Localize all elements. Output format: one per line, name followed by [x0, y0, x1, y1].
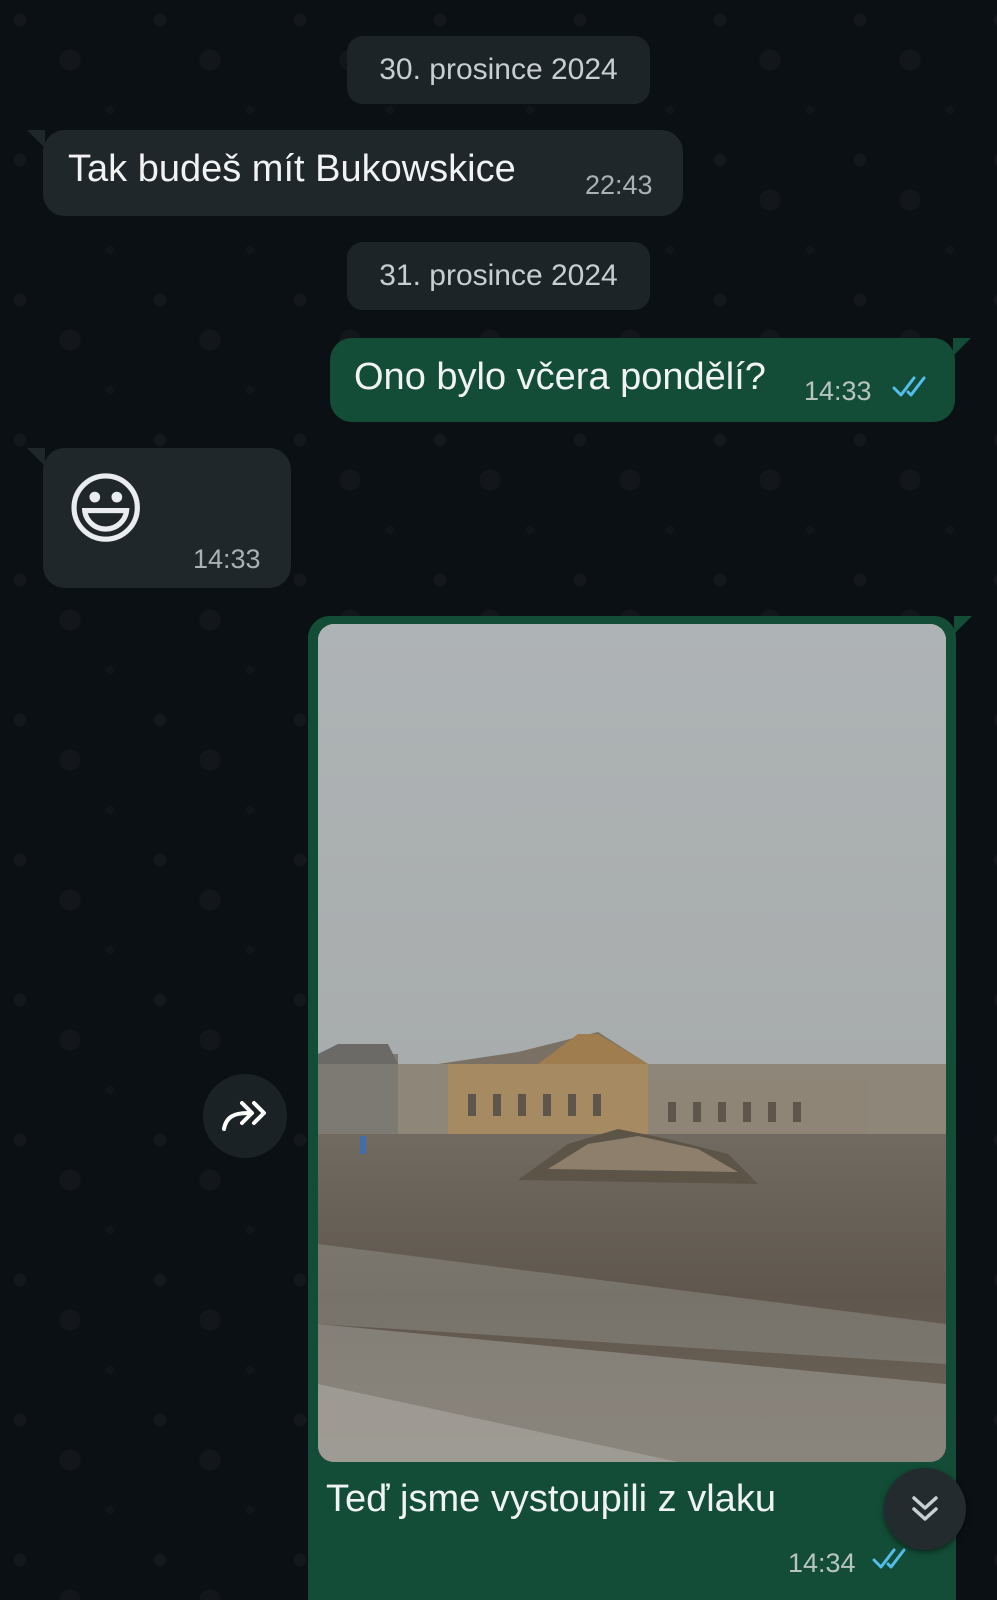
date-separator: 30. prosince 2024 [347, 36, 650, 104]
photo-scene [318, 624, 946, 1462]
emoji-grinning: 😃 [65, 465, 147, 553]
outgoing-image-message[interactable]: Teď jsme vystoupili z vlaku 14:34 [308, 616, 972, 1600]
bubble-tail [27, 448, 45, 466]
double-chevron-down-icon [912, 1496, 938, 1521]
message-text: Tak budeš mít Bukowskice [68, 148, 516, 190]
message-time: 14:33 [193, 544, 261, 574]
bubble-tail [27, 130, 45, 148]
bubble-tail [954, 616, 972, 634]
scroll-to-bottom-button[interactable] [884, 1468, 966, 1550]
bubble-tail [953, 338, 971, 356]
message-time: 14:34 [788, 1548, 856, 1578]
date-label: 31. prosince 2024 [379, 259, 618, 292]
attached-photo[interactable] [318, 624, 946, 1462]
forward-button[interactable] [203, 1074, 287, 1158]
message-text: Ono bylo včera pondělí? [354, 356, 766, 398]
double-check-icon [892, 376, 926, 397]
incoming-message[interactable]: Tak budeš mít Bukowskice 22:43 [27, 130, 683, 216]
message-time: 14:33 [804, 376, 872, 406]
date-separator: 31. prosince 2024 [347, 242, 650, 310]
date-label: 30. prosince 2024 [379, 53, 618, 86]
outgoing-message[interactable]: Ono bylo včera pondělí? 14:33 [330, 338, 971, 422]
forward-icon [222, 1101, 266, 1131]
incoming-message[interactable]: 😃 14:33 [27, 448, 291, 588]
message-time: 22:43 [585, 170, 653, 200]
image-caption: Teď jsme vystoupili z vlaku [326, 1478, 776, 1520]
double-check-icon [872, 1548, 906, 1569]
